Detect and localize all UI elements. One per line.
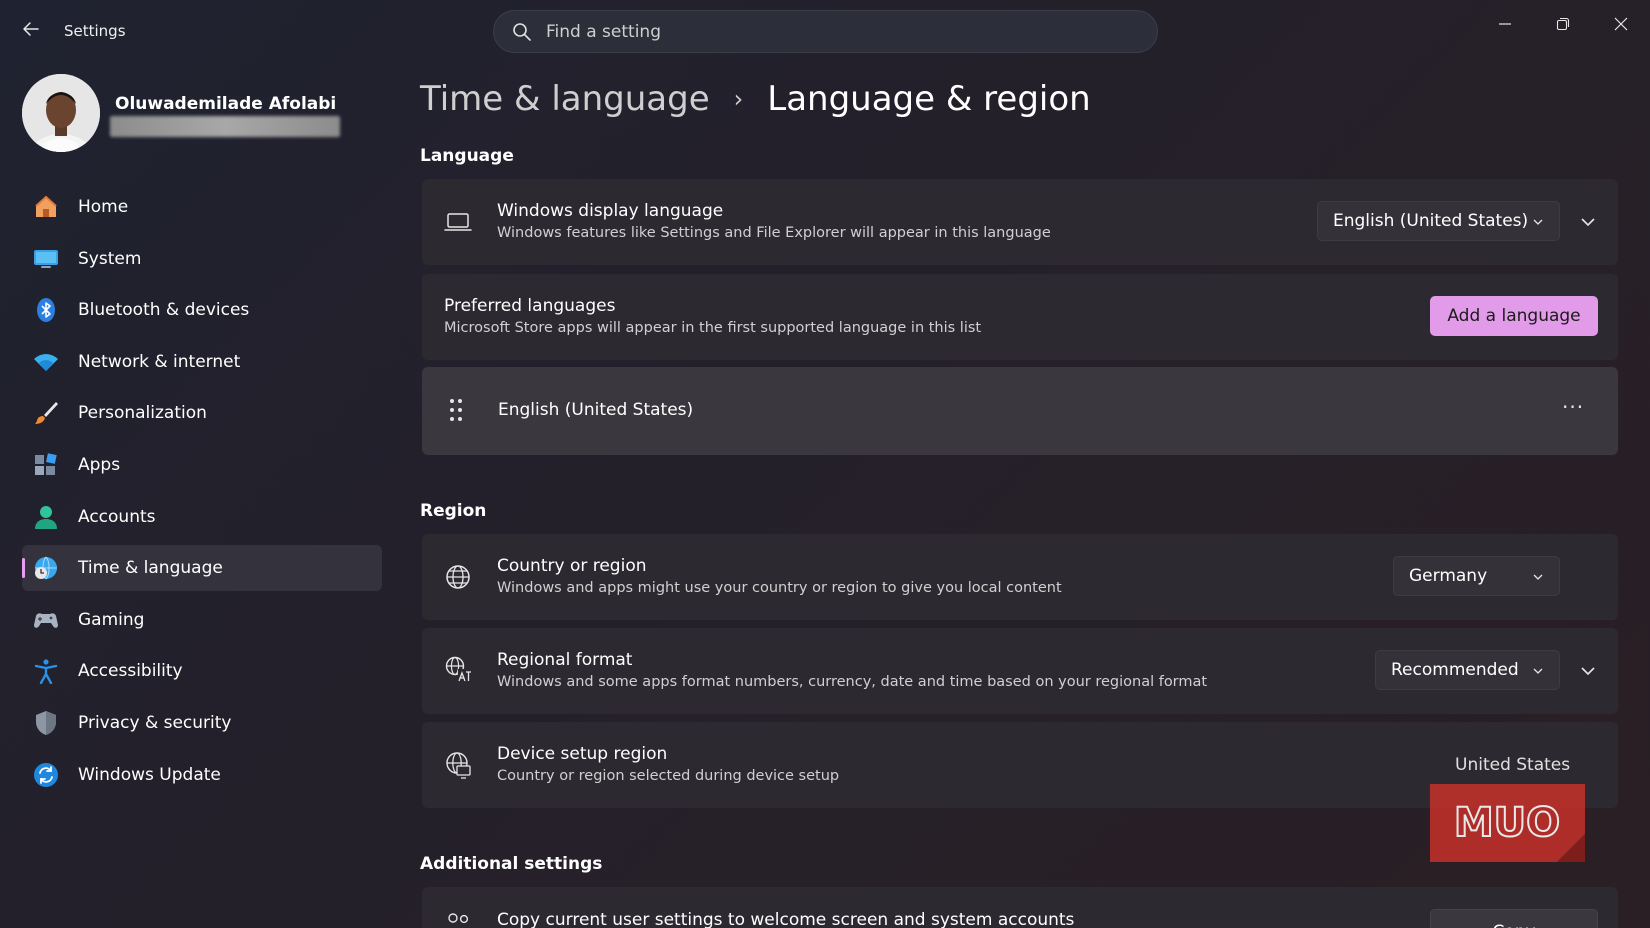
- close-icon: [1614, 17, 1628, 31]
- title-bar: Settings: [0, 0, 1650, 64]
- minimize-button[interactable]: [1482, 8, 1528, 40]
- wifi-icon: [34, 353, 58, 371]
- profile-email-redacted: [110, 116, 340, 137]
- expand-chevron-icon[interactable]: [1578, 661, 1598, 681]
- copy-settings-card: Copy current user settings to welcome sc…: [422, 887, 1618, 928]
- additional-settings-section-title: Additional settings: [420, 854, 603, 874]
- regional-format-card[interactable]: Regional format Windows and some apps fo…: [422, 628, 1618, 714]
- sidebar-item-gaming[interactable]: Gaming: [22, 597, 382, 643]
- language-item-label: English (United States): [498, 400, 694, 420]
- sidebar-item-network[interactable]: Network & internet: [22, 339, 382, 385]
- gamepad-icon: [34, 613, 58, 628]
- profile-name: Oluwademilade Afolabi: [115, 94, 337, 114]
- regional-format-title: Regional format: [497, 650, 633, 670]
- sidebar-item-time-language[interactable]: Time & language: [22, 545, 382, 592]
- country-region-card: Country or region Windows and apps might…: [422, 534, 1618, 620]
- sidebar-item-apps[interactable]: Apps: [22, 442, 382, 488]
- device-setup-region-subtitle: Country or region selected during device…: [497, 768, 840, 784]
- preferred-languages-title: Preferred languages: [444, 296, 616, 316]
- user-profile[interactable]: Oluwademilade Afolabi: [22, 74, 382, 154]
- chevron-down-icon: [1533, 574, 1543, 580]
- preferred-languages-subtitle: Microsoft Store apps will appear in the …: [444, 320, 982, 336]
- sidebar-item-accessibility[interactable]: Accessibility: [22, 648, 382, 694]
- search-icon: [513, 23, 531, 41]
- search-box[interactable]: [493, 10, 1158, 53]
- avatar[interactable]: [22, 74, 100, 152]
- sidebar-nav: Home System Bluetooth & devices Network …: [22, 184, 382, 803]
- update-icon: [34, 762, 58, 787]
- bluetooth-icon: [37, 298, 55, 323]
- muo-watermark-text: MUO: [1454, 800, 1560, 846]
- regional-format-selected: Recommended: [1391, 660, 1519, 680]
- back-button[interactable]: [18, 18, 44, 44]
- country-region-title: Country or region: [497, 556, 647, 576]
- sidebar-item-bluetooth[interactable]: Bluetooth & devices: [22, 287, 382, 333]
- shield-icon: [36, 710, 56, 735]
- country-selected: Germany: [1409, 566, 1488, 586]
- system-icon: [34, 249, 58, 268]
- chevron-right-icon: ›: [733, 85, 744, 113]
- regional-format-subtitle: Windows and some apps format numbers, cu…: [497, 674, 1208, 690]
- sidebar-item-home[interactable]: Home: [22, 184, 382, 230]
- avatar-image: [22, 74, 100, 152]
- apps-icon: [35, 453, 57, 475]
- display-language-dropdown[interactable]: English (United States): [1317, 201, 1560, 241]
- display-language-subtitle: Windows features like Settings and File …: [497, 225, 1051, 241]
- copy-settings-title: Copy current user settings to welcome sc…: [497, 910, 1075, 928]
- globe-icon: [446, 565, 470, 589]
- home-icon: [35, 195, 57, 217]
- preferred-languages-card: Preferred languages Microsoft Store apps…: [422, 274, 1618, 360]
- breadcrumb: Time & language › Language & region: [420, 74, 1091, 124]
- sidebar-item-accounts[interactable]: Accounts: [22, 494, 382, 540]
- language-list-item[interactable]: English (United States) ···: [422, 367, 1618, 455]
- language-section-title: Language: [420, 146, 514, 166]
- users-icon: [448, 913, 469, 924]
- device-setup-region-value: United States: [1455, 755, 1571, 775]
- breadcrumb-parent-link[interactable]: Time & language: [420, 79, 710, 119]
- chevron-down-icon: [1533, 668, 1543, 674]
- region-section-title: Region: [420, 501, 487, 521]
- time-language-icon: [35, 556, 57, 580]
- laptop-icon: [444, 213, 472, 231]
- search-input[interactable]: [546, 11, 1136, 52]
- active-indicator: [22, 558, 25, 579]
- more-options-button[interactable]: ···: [1562, 395, 1584, 419]
- sidebar-item-system[interactable]: System: [22, 236, 382, 282]
- display-language-title: Windows display language: [497, 201, 724, 221]
- country-region-dropdown[interactable]: Germany: [1393, 556, 1560, 596]
- minimize-icon: [1499, 23, 1511, 25]
- country-region-subtitle: Windows and apps might use your country …: [497, 580, 1062, 596]
- display-language-card[interactable]: Windows display language Windows feature…: [422, 179, 1618, 265]
- accounts-icon: [35, 505, 57, 529]
- sidebar-item-windows-update[interactable]: Windows Update: [22, 752, 382, 798]
- brush-icon: [35, 402, 58, 425]
- expand-chevron-icon[interactable]: [1578, 212, 1598, 232]
- drag-handle-icon[interactable]: [449, 398, 463, 422]
- restore-button[interactable]: [1540, 8, 1586, 40]
- display-language-selected: English (United States): [1333, 211, 1529, 231]
- muo-watermark-logo: MUO: [1430, 784, 1585, 862]
- accessibility-icon: [34, 659, 58, 685]
- close-button[interactable]: [1598, 8, 1644, 40]
- language-format-icon: [445, 656, 471, 682]
- add-language-button[interactable]: Add a language: [1430, 296, 1598, 336]
- page-title: Language & region: [767, 79, 1091, 119]
- arrow-left-icon: [23, 22, 39, 36]
- sidebar-item-privacy-security[interactable]: Privacy & security: [22, 700, 382, 746]
- globe-device-icon: [446, 752, 471, 779]
- regional-format-dropdown[interactable]: Recommended: [1375, 650, 1560, 690]
- app-title: Settings: [64, 22, 126, 40]
- copy-button[interactable]: Copy: [1430, 909, 1598, 928]
- restore-icon: [1556, 17, 1570, 31]
- chevron-down-icon: [1533, 219, 1543, 225]
- device-setup-region-title: Device setup region: [497, 744, 668, 764]
- sidebar-item-personalization[interactable]: Personalization: [22, 390, 382, 436]
